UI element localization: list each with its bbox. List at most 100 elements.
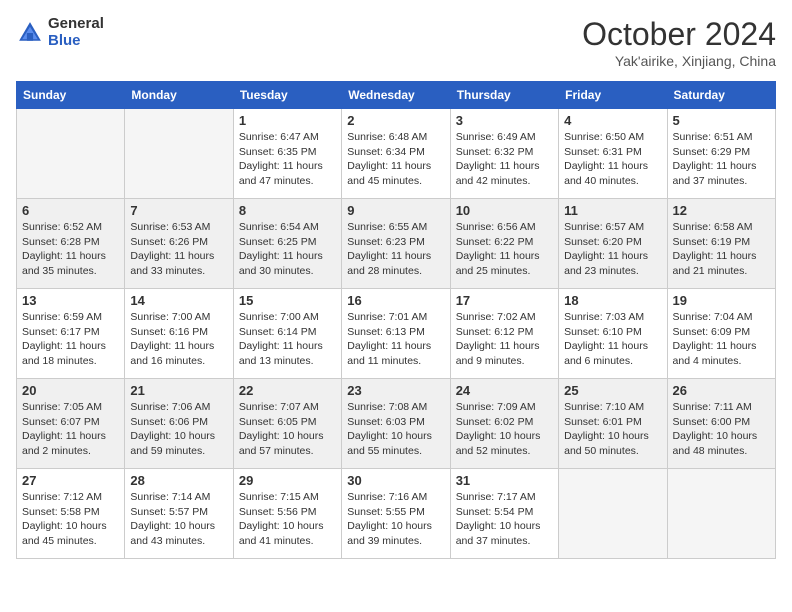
calendar-cell: 6Sunrise: 6:52 AMSunset: 6:28 PMDaylight…	[17, 199, 125, 289]
day-detail: Sunrise: 7:00 AMSunset: 6:16 PMDaylight:…	[130, 310, 227, 369]
calendar-cell: 30 Sunrise: 7:16 AMSunset: 5:55 PMDayligh…	[342, 469, 450, 559]
day-number: 31	[456, 473, 553, 488]
calendar-cell: 20 Sunrise: 7:05 AMSunset: 6:07 PMDayligh…	[17, 379, 125, 469]
calendar-cell: 29 Sunrise: 7:15 AMSunset: 5:56 PMDayligh…	[233, 469, 341, 559]
logo: General Blue	[16, 16, 104, 49]
day-number: 28	[130, 473, 227, 488]
day-number: 25	[564, 383, 661, 398]
day-detail: Sunrise: 6:57 AMSunset: 6:20 PMDaylight:…	[564, 220, 661, 279]
weekday-header-monday: Monday	[125, 82, 233, 109]
weekday-header-row: SundayMondayTuesdayWednesdayThursdayFrid…	[17, 82, 776, 109]
calendar-cell: 27 Sunrise: 7:12 AMSunset: 5:58 PMDayligh…	[17, 469, 125, 559]
day-number: 14	[130, 293, 227, 308]
day-detail: Sunrise: 7:00 AMSunset: 6:14 PMDaylight:…	[239, 310, 336, 369]
day-number: 12	[673, 203, 770, 218]
calendar-cell	[667, 469, 775, 559]
week-row-2: 6Sunrise: 6:52 AMSunset: 6:28 PMDaylight…	[17, 199, 776, 289]
day-detail: Sunrise: 7:06 AMSunset: 6:06 PMDaylight:…	[130, 400, 227, 459]
calendar-cell: 12 Sunrise: 6:58 AMSunset: 6:19 PMDayligh…	[667, 199, 775, 289]
day-detail: Sunrise: 7:04 AMSunset: 6:09 PMDaylight:…	[673, 310, 770, 369]
day-detail: Sunrise: 6:55 AMSunset: 6:23 PMDaylight:…	[347, 220, 444, 279]
calendar-cell: 8 Sunrise: 6:54 AMSunset: 6:25 PMDaylight…	[233, 199, 341, 289]
calendar-cell: 26 Sunrise: 7:11 AMSunset: 6:00 PMDayligh…	[667, 379, 775, 469]
weekday-header-saturday: Saturday	[667, 82, 775, 109]
calendar-cell	[17, 109, 125, 199]
day-number: 23	[347, 383, 444, 398]
day-number: 13	[22, 293, 119, 308]
calendar-cell: 23Sunrise: 7:08 AMSunset: 6:03 PMDayligh…	[342, 379, 450, 469]
day-number: 10	[456, 203, 553, 218]
day-detail: Sunrise: 6:48 AMSunset: 6:34 PMDaylight:…	[347, 130, 444, 189]
calendar-cell: 2 Sunrise: 6:48 AMSunset: 6:34 PMDaylight…	[342, 109, 450, 199]
calendar-cell: 31 Sunrise: 7:17 AMSunset: 5:54 PMDayligh…	[450, 469, 558, 559]
day-detail: Sunrise: 7:01 AMSunset: 6:13 PMDaylight:…	[347, 310, 444, 369]
day-number: 5	[673, 113, 770, 128]
calendar-cell: 18Sunrise: 7:03 AMSunset: 6:10 PMDayligh…	[559, 289, 667, 379]
week-row-5: 27 Sunrise: 7:12 AMSunset: 5:58 PMDayligh…	[17, 469, 776, 559]
calendar-cell: 25Sunrise: 7:10 AMSunset: 6:01 PMDayligh…	[559, 379, 667, 469]
weekday-header-wednesday: Wednesday	[342, 82, 450, 109]
page-header: General Blue October 2024 Yak'airike, Xi…	[16, 16, 776, 69]
day-number: 16	[347, 293, 444, 308]
day-number: 11	[564, 203, 661, 218]
day-detail: Sunrise: 6:47 AMSunset: 6:35 PMDaylight:…	[239, 130, 336, 189]
day-number: 27	[22, 473, 119, 488]
day-detail: Sunrise: 6:49 AMSunset: 6:32 PMDaylight:…	[456, 130, 553, 189]
weekday-header-thursday: Thursday	[450, 82, 558, 109]
calendar-cell: 16 Sunrise: 7:01 AMSunset: 6:13 PMDayligh…	[342, 289, 450, 379]
calendar-cell	[559, 469, 667, 559]
calendar-cell: 17 Sunrise: 7:02 AMSunset: 6:12 PMDayligh…	[450, 289, 558, 379]
calendar-cell: 9 Sunrise: 6:55 AMSunset: 6:23 PMDaylight…	[342, 199, 450, 289]
calendar-cell: 4Sunrise: 6:50 AMSunset: 6:31 PMDaylight…	[559, 109, 667, 199]
day-number: 18	[564, 293, 661, 308]
day-number: 20	[22, 383, 119, 398]
day-number: 19	[673, 293, 770, 308]
location-text: Yak'airike, Xinjiang, China	[582, 53, 776, 69]
day-number: 1	[239, 113, 336, 128]
day-detail: Sunrise: 6:51 AMSunset: 6:29 PMDaylight:…	[673, 130, 770, 189]
day-number: 9	[347, 203, 444, 218]
day-number: 29	[239, 473, 336, 488]
logo-general-text: General	[48, 16, 104, 33]
calendar-table: SundayMondayTuesdayWednesdayThursdayFrid…	[16, 81, 776, 559]
week-row-3: 13 Sunrise: 6:59 AMSunset: 6:17 PMDayligh…	[17, 289, 776, 379]
calendar-cell: 21 Sunrise: 7:06 AMSunset: 6:06 PMDayligh…	[125, 379, 233, 469]
day-number: 21	[130, 383, 227, 398]
day-detail: Sunrise: 6:56 AMSunset: 6:22 PMDaylight:…	[456, 220, 553, 279]
day-number: 22	[239, 383, 336, 398]
day-detail: Sunrise: 7:15 AMSunset: 5:56 PMDaylight:…	[239, 490, 336, 549]
calendar-cell: 24 Sunrise: 7:09 AMSunset: 6:02 PMDayligh…	[450, 379, 558, 469]
title-block: October 2024 Yak'airike, Xinjiang, China	[582, 16, 776, 69]
day-detail: Sunrise: 6:54 AMSunset: 6:25 PMDaylight:…	[239, 220, 336, 279]
day-detail: Sunrise: 7:14 AMSunset: 5:57 PMDaylight:…	[130, 490, 227, 549]
calendar-cell: 11 Sunrise: 6:57 AMSunset: 6:20 PMDayligh…	[559, 199, 667, 289]
day-number: 15	[239, 293, 336, 308]
day-detail: Sunrise: 7:12 AMSunset: 5:58 PMDaylight:…	[22, 490, 119, 549]
day-detail: Sunrise: 6:58 AMSunset: 6:19 PMDaylight:…	[673, 220, 770, 279]
calendar-cell: 1 Sunrise: 6:47 AMSunset: 6:35 PMDaylight…	[233, 109, 341, 199]
calendar-cell: 3Sunrise: 6:49 AMSunset: 6:32 PMDaylight…	[450, 109, 558, 199]
day-number: 17	[456, 293, 553, 308]
calendar-cell: 13 Sunrise: 6:59 AMSunset: 6:17 PMDayligh…	[17, 289, 125, 379]
day-number: 26	[673, 383, 770, 398]
day-detail: Sunrise: 7:16 AMSunset: 5:55 PMDaylight:…	[347, 490, 444, 549]
day-detail: Sunrise: 6:59 AMSunset: 6:17 PMDaylight:…	[22, 310, 119, 369]
day-number: 2	[347, 113, 444, 128]
week-row-4: 20 Sunrise: 7:05 AMSunset: 6:07 PMDayligh…	[17, 379, 776, 469]
day-detail: Sunrise: 7:02 AMSunset: 6:12 PMDaylight:…	[456, 310, 553, 369]
day-detail: Sunrise: 7:05 AMSunset: 6:07 PMDaylight:…	[22, 400, 119, 459]
weekday-header-friday: Friday	[559, 82, 667, 109]
day-number: 8	[239, 203, 336, 218]
day-detail: Sunrise: 7:07 AMSunset: 6:05 PMDaylight:…	[239, 400, 336, 459]
day-detail: Sunrise: 6:52 AMSunset: 6:28 PMDaylight:…	[22, 220, 119, 279]
calendar-cell: 5 Sunrise: 6:51 AMSunset: 6:29 PMDaylight…	[667, 109, 775, 199]
day-detail: Sunrise: 7:17 AMSunset: 5:54 PMDaylight:…	[456, 490, 553, 549]
day-detail: Sunrise: 7:11 AMSunset: 6:00 PMDaylight:…	[673, 400, 770, 459]
day-number: 24	[456, 383, 553, 398]
calendar-cell: 15 Sunrise: 7:00 AMSunset: 6:14 PMDayligh…	[233, 289, 341, 379]
day-number: 30	[347, 473, 444, 488]
weekday-header-tuesday: Tuesday	[233, 82, 341, 109]
day-detail: Sunrise: 6:53 AMSunset: 6:26 PMDaylight:…	[130, 220, 227, 279]
day-detail: Sunrise: 7:09 AMSunset: 6:02 PMDaylight:…	[456, 400, 553, 459]
weekday-header-sunday: Sunday	[17, 82, 125, 109]
